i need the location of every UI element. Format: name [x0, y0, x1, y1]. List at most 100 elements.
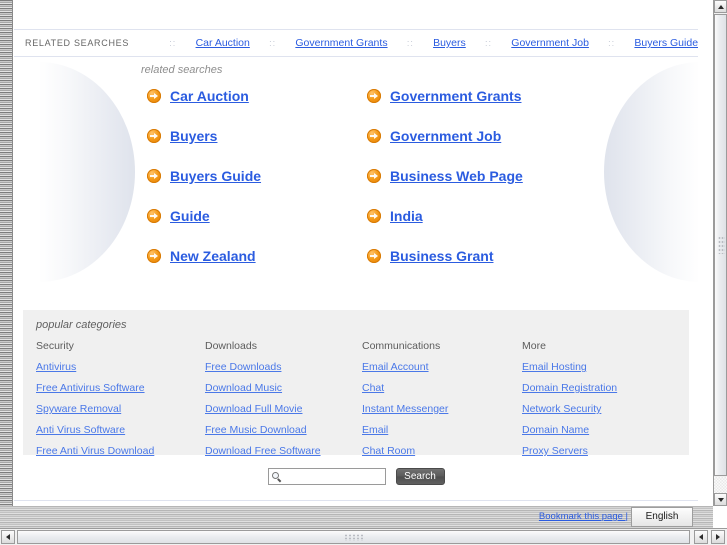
triangle-left-icon — [6, 534, 10, 540]
related-searches-strip-label: RELATED SEARCHES — [25, 38, 130, 48]
scroll-left-button-secondary[interactable] — [694, 530, 708, 544]
horizontal-scrollbar-thumb[interactable] — [17, 530, 690, 544]
related-search-link-business-web-page[interactable]: Business Web Page — [390, 168, 523, 184]
bookmark-this-page-link[interactable]: Bookmark this page | — [539, 511, 628, 522]
related-searches-block: related searches Car Auction Government … — [14, 64, 698, 267]
search-button[interactable]: Search — [395, 468, 445, 485]
category-link[interactable]: Download Free Software — [205, 445, 362, 457]
related-search-item[interactable]: New Zealand — [147, 245, 367, 267]
strip-separator: :: — [406, 38, 414, 48]
vertical-scrollbar-trough[interactable] — [714, 477, 727, 493]
popular-categories-columns: Security Antivirus Free Antivirus Softwa… — [36, 340, 689, 466]
category-column-downloads: Downloads Free Downloads Download Music … — [205, 340, 362, 466]
category-column-more: More Email Hosting Domain Registration N… — [522, 340, 682, 466]
related-search-link-india[interactable]: India — [390, 208, 423, 224]
related-search-item[interactable]: Business Web Page — [367, 165, 587, 187]
arrow-circle-right-icon — [367, 169, 381, 183]
related-search-link-new-zealand[interactable]: New Zealand — [170, 248, 256, 264]
category-link[interactable]: Free Anti Virus Download — [36, 445, 205, 457]
strip-link-buyers[interactable]: Buyers — [433, 37, 466, 49]
search-field[interactable] — [267, 468, 386, 485]
related-search-link-car-auction[interactable]: Car Auction — [170, 88, 249, 104]
related-search-item[interactable]: Car Auction — [147, 85, 367, 107]
category-link[interactable]: Download Music — [205, 382, 362, 394]
related-searches-heading: related searches — [141, 64, 223, 76]
horizontal-scrollbar[interactable] — [0, 528, 727, 545]
page-bottom-rule — [14, 500, 698, 501]
category-column-communications: Communications Email Account Chat Instan… — [362, 340, 522, 466]
category-title: Communications — [362, 340, 441, 352]
scroll-up-button[interactable] — [714, 0, 727, 13]
vertical-scrollbar-thumb[interactable] — [714, 14, 727, 476]
triangle-left-icon — [699, 534, 703, 540]
scroll-right-button[interactable] — [711, 530, 725, 544]
arrow-circle-right-icon — [147, 129, 161, 143]
triangle-right-icon — [716, 534, 720, 540]
category-title: Security — [36, 340, 74, 352]
category-link[interactable]: Network Security — [522, 403, 682, 415]
triangle-up-icon — [717, 4, 724, 9]
search-input[interactable] — [284, 470, 385, 483]
category-title: More — [522, 340, 546, 352]
arrow-circle-right-icon — [147, 89, 161, 103]
window-left-gutter — [0, 0, 13, 506]
vertical-scrollbar[interactable] — [713, 0, 727, 506]
related-search-item[interactable]: Government Job — [367, 125, 587, 147]
related-search-item[interactable]: Buyers — [147, 125, 367, 147]
related-search-item[interactable]: Guide — [147, 205, 367, 227]
category-link[interactable]: Instant Messenger — [362, 403, 522, 415]
category-link[interactable]: Domain Registration — [522, 382, 682, 394]
related-search-link-buyers[interactable]: Buyers — [170, 128, 217, 144]
related-search-link-government-job[interactable]: Government Job — [390, 128, 501, 144]
category-link[interactable]: Email Hosting — [522, 361, 682, 373]
scrollbar-grip-icon — [343, 534, 364, 541]
arrow-circle-right-icon — [367, 249, 381, 263]
category-column-security: Security Antivirus Free Antivirus Softwa… — [36, 340, 205, 466]
language-selector[interactable]: English — [631, 507, 693, 527]
strip-separator: :: — [269, 38, 277, 48]
strip-separator: :: — [169, 38, 177, 48]
category-link[interactable]: Proxy Servers — [522, 445, 682, 457]
related-searches-grid: Car Auction Government Grants Buyers Gov… — [147, 85, 698, 267]
arrow-circle-right-icon — [367, 89, 381, 103]
popular-categories-panel: popular categories Security Antivirus Fr… — [23, 310, 689, 457]
related-search-link-government-grants[interactable]: Government Grants — [390, 88, 521, 104]
related-search-item[interactable]: Business Grant — [367, 245, 587, 267]
page-content: RELATED SEARCHES :: Car Auction :: Gover… — [14, 0, 698, 506]
arrow-circle-right-icon — [147, 249, 161, 263]
category-link[interactable]: Domain Name — [522, 424, 682, 436]
category-link[interactable]: Free Antivirus Software — [36, 382, 205, 394]
strip-separator: :: — [485, 38, 493, 48]
category-link[interactable]: Spyware Removal — [36, 403, 205, 415]
bottom-status-bar: Bookmark this page | English — [0, 506, 713, 528]
scrollbar-grip-icon — [718, 236, 725, 254]
related-search-link-business-grant[interactable]: Business Grant — [390, 248, 493, 264]
category-link[interactable]: Anti Virus Software — [36, 424, 205, 436]
category-link[interactable]: Email — [362, 424, 522, 436]
related-search-link-buyers-guide[interactable]: Buyers Guide — [170, 168, 261, 184]
related-search-link-guide[interactable]: Guide — [170, 208, 210, 224]
category-link[interactable]: Free Music Download — [205, 424, 362, 436]
category-link[interactable]: Download Full Movie — [205, 403, 362, 415]
related-search-item[interactable]: India — [367, 205, 587, 227]
arrow-circle-right-icon — [367, 209, 381, 223]
popular-categories-heading: popular categories — [36, 319, 127, 331]
magnifier-icon — [271, 472, 282, 483]
category-link[interactable]: Chat — [362, 382, 522, 394]
strip-link-car-auction[interactable]: Car Auction — [196, 37, 250, 49]
scroll-down-button[interactable] — [714, 493, 727, 506]
strip-separator: :: — [608, 38, 616, 48]
category-link[interactable]: Antivirus — [36, 361, 205, 373]
related-search-item[interactable]: Government Grants — [367, 85, 587, 107]
scroll-left-button[interactable] — [1, 530, 15, 544]
strip-link-buyers-guide[interactable]: Buyers Guide — [634, 37, 698, 49]
category-link[interactable]: Free Downloads — [205, 361, 362, 373]
category-link[interactable]: Chat Room — [362, 445, 522, 457]
category-link[interactable]: Email Account — [362, 361, 522, 373]
related-search-item[interactable]: Buyers Guide — [147, 165, 367, 187]
strip-link-government-grants[interactable]: Government Grants — [295, 37, 387, 49]
related-searches-strip: RELATED SEARCHES :: Car Auction :: Gover… — [14, 29, 698, 57]
strip-link-government-job[interactable]: Government Job — [511, 37, 589, 49]
arrow-circle-right-icon — [147, 209, 161, 223]
browser-window: RELATED SEARCHES :: Car Auction :: Gover… — [0, 0, 727, 545]
